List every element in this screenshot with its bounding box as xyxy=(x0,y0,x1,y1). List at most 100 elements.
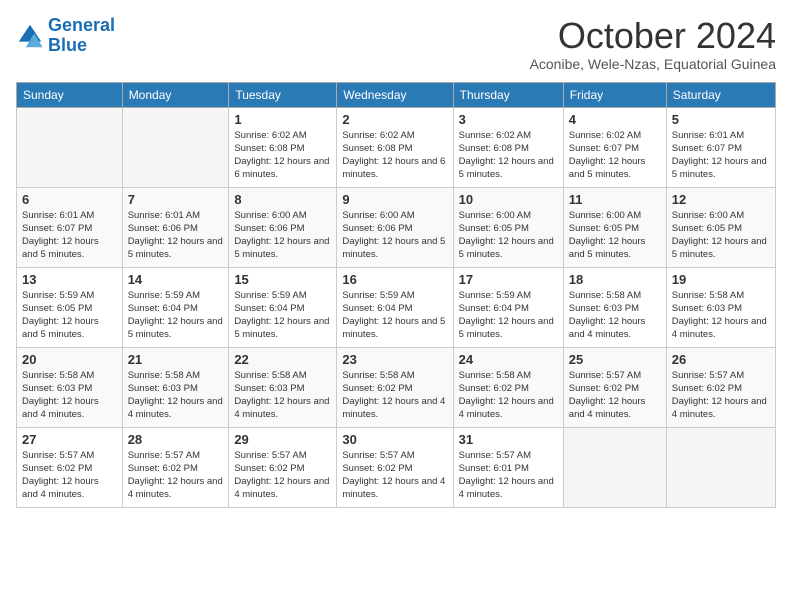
logo-line1: General xyxy=(48,15,115,35)
day-info: Sunrise: 6:01 AM Sunset: 6:07 PM Dayligh… xyxy=(22,209,117,262)
calendar-cell: 22 Sunrise: 5:58 AM Sunset: 6:03 PM Dayli… xyxy=(229,347,337,427)
calendar-week-2: 6Sunrise: 6:01 AM Sunset: 6:07 PM Daylig… xyxy=(17,187,776,267)
calendar-cell: 15 Sunrise: 5:59 AM Sunset: 6:04 PM Dayli… xyxy=(229,267,337,347)
day-info: Sunrise: 6:00 AM Sunset: 6:05 PM Dayligh… xyxy=(459,209,558,262)
calendar-week-1: 1 Sunrise: 6:02 AM Sunset: 6:08 PM Daylig… xyxy=(17,107,776,187)
calendar-cell: 18 Sunrise: 5:58 AM Sunset: 6:03 PM Dayli… xyxy=(563,267,666,347)
day-number: 23 xyxy=(342,352,447,367)
calendar-cell: 25Sunrise: 5:57 AM Sunset: 6:02 PM Dayli… xyxy=(563,347,666,427)
calendar-table: SundayMondayTuesdayWednesdayThursdayFrid… xyxy=(16,82,776,508)
day-info: Sunrise: 5:58 AM Sunset: 6:02 PM Dayligh… xyxy=(342,369,447,422)
weekday-header-thursday: Thursday xyxy=(453,82,563,107)
day-number: 26 xyxy=(672,352,770,367)
day-number: 30 xyxy=(342,432,447,447)
calendar-cell: 9 Sunrise: 6:00 AM Sunset: 6:06 PM Daylig… xyxy=(337,187,453,267)
calendar-cell: 24Sunrise: 5:58 AM Sunset: 6:02 PM Dayli… xyxy=(453,347,563,427)
day-number: 18 xyxy=(569,272,661,287)
day-number: 15 xyxy=(234,272,331,287)
weekday-header-friday: Friday xyxy=(563,82,666,107)
logo-text: General Blue xyxy=(48,16,115,56)
day-info: Sunrise: 6:02 AM Sunset: 6:08 PM Dayligh… xyxy=(459,129,558,182)
day-number: 28 xyxy=(128,432,224,447)
title-block: October 2024 Aconibe, Wele-Nzas, Equator… xyxy=(530,16,776,72)
calendar-cell xyxy=(666,427,775,507)
calendar-cell: 3 Sunrise: 6:02 AM Sunset: 6:08 PM Daylig… xyxy=(453,107,563,187)
calendar-cell: 8 Sunrise: 6:00 AM Sunset: 6:06 PM Daylig… xyxy=(229,187,337,267)
calendar-cell: 5Sunrise: 6:01 AM Sunset: 6:07 PM Daylig… xyxy=(666,107,775,187)
calendar-cell: 7 Sunrise: 6:01 AM Sunset: 6:06 PM Daylig… xyxy=(122,187,229,267)
calendar-cell: 1 Sunrise: 6:02 AM Sunset: 6:08 PM Daylig… xyxy=(229,107,337,187)
calendar-cell: 31 Sunrise: 5:57 AM Sunset: 6:01 PM Dayli… xyxy=(453,427,563,507)
day-info: Sunrise: 6:00 AM Sunset: 6:06 PM Dayligh… xyxy=(342,209,447,262)
day-info: Sunrise: 5:57 AM Sunset: 6:02 PM Dayligh… xyxy=(234,449,331,502)
calendar-cell: 2Sunrise: 6:02 AM Sunset: 6:08 PM Daylig… xyxy=(337,107,453,187)
day-number: 9 xyxy=(342,192,447,207)
calendar-cell: 27Sunrise: 5:57 AM Sunset: 6:02 PM Dayli… xyxy=(17,427,123,507)
calendar-cell: 4 Sunrise: 6:02 AM Sunset: 6:07 PM Daylig… xyxy=(563,107,666,187)
day-info: Sunrise: 5:57 AM Sunset: 6:01 PM Dayligh… xyxy=(459,449,558,502)
day-info: Sunrise: 5:58 AM Sunset: 6:03 PM Dayligh… xyxy=(234,369,331,422)
day-number: 10 xyxy=(459,192,558,207)
logo-line2: Blue xyxy=(48,35,87,55)
day-info: Sunrise: 5:59 AM Sunset: 6:05 PM Dayligh… xyxy=(22,289,117,342)
day-info: Sunrise: 6:00 AM Sunset: 6:06 PM Dayligh… xyxy=(234,209,331,262)
day-info: Sunrise: 5:58 AM Sunset: 6:03 PM Dayligh… xyxy=(22,369,117,422)
day-number: 25 xyxy=(569,352,661,367)
location-subtitle: Aconibe, Wele-Nzas, Equatorial Guinea xyxy=(530,56,776,72)
day-number: 7 xyxy=(128,192,224,207)
day-number: 19 xyxy=(672,272,770,287)
day-number: 3 xyxy=(459,112,558,127)
day-info: Sunrise: 5:58 AM Sunset: 6:03 PM Dayligh… xyxy=(672,289,770,342)
calendar-cell xyxy=(17,107,123,187)
day-number: 29 xyxy=(234,432,331,447)
calendar-cell: 12 Sunrise: 6:00 AM Sunset: 6:05 PM Dayli… xyxy=(666,187,775,267)
calendar-cell: 20Sunrise: 5:58 AM Sunset: 6:03 PM Dayli… xyxy=(17,347,123,427)
day-info: Sunrise: 5:59 AM Sunset: 6:04 PM Dayligh… xyxy=(459,289,558,342)
day-number: 12 xyxy=(672,192,770,207)
day-number: 17 xyxy=(459,272,558,287)
page-header: General Blue October 2024 Aconibe, Wele-… xyxy=(16,16,776,72)
day-info: Sunrise: 6:02 AM Sunset: 6:08 PM Dayligh… xyxy=(342,129,447,182)
day-info: Sunrise: 6:02 AM Sunset: 6:08 PM Dayligh… xyxy=(234,129,331,182)
day-info: Sunrise: 5:58 AM Sunset: 6:02 PM Dayligh… xyxy=(459,369,558,422)
calendar-cell xyxy=(563,427,666,507)
day-number: 22 xyxy=(234,352,331,367)
day-info: Sunrise: 6:02 AM Sunset: 6:07 PM Dayligh… xyxy=(569,129,661,182)
day-number: 31 xyxy=(459,432,558,447)
calendar-week-5: 27Sunrise: 5:57 AM Sunset: 6:02 PM Dayli… xyxy=(17,427,776,507)
day-number: 8 xyxy=(234,192,331,207)
day-number: 4 xyxy=(569,112,661,127)
day-number: 14 xyxy=(128,272,224,287)
calendar-cell: 6Sunrise: 6:01 AM Sunset: 6:07 PM Daylig… xyxy=(17,187,123,267)
logo-icon xyxy=(16,22,44,50)
weekday-header-monday: Monday xyxy=(122,82,229,107)
day-info: Sunrise: 5:57 AM Sunset: 6:02 PM Dayligh… xyxy=(342,449,447,502)
day-info: Sunrise: 5:57 AM Sunset: 6:02 PM Dayligh… xyxy=(22,449,117,502)
weekday-header-wednesday: Wednesday xyxy=(337,82,453,107)
calendar-cell: 17 Sunrise: 5:59 AM Sunset: 6:04 PM Dayli… xyxy=(453,267,563,347)
day-info: Sunrise: 6:01 AM Sunset: 6:06 PM Dayligh… xyxy=(128,209,224,262)
day-info: Sunrise: 5:57 AM Sunset: 6:02 PM Dayligh… xyxy=(128,449,224,502)
calendar-cell: 16Sunrise: 5:59 AM Sunset: 6:04 PM Dayli… xyxy=(337,267,453,347)
day-info: Sunrise: 5:57 AM Sunset: 6:02 PM Dayligh… xyxy=(672,369,770,422)
calendar-cell: 10 Sunrise: 6:00 AM Sunset: 6:05 PM Dayli… xyxy=(453,187,563,267)
calendar-cell xyxy=(122,107,229,187)
weekday-header-tuesday: Tuesday xyxy=(229,82,337,107)
day-info: Sunrise: 6:00 AM Sunset: 6:05 PM Dayligh… xyxy=(569,209,661,262)
day-info: Sunrise: 5:59 AM Sunset: 6:04 PM Dayligh… xyxy=(234,289,331,342)
calendar-cell: 30 Sunrise: 5:57 AM Sunset: 6:02 PM Dayli… xyxy=(337,427,453,507)
day-info: Sunrise: 5:58 AM Sunset: 6:03 PM Dayligh… xyxy=(569,289,661,342)
day-number: 21 xyxy=(128,352,224,367)
weekday-header-sunday: Sunday xyxy=(17,82,123,107)
calendar-cell: 13Sunrise: 5:59 AM Sunset: 6:05 PM Dayli… xyxy=(17,267,123,347)
day-info: Sunrise: 6:00 AM Sunset: 6:05 PM Dayligh… xyxy=(672,209,770,262)
calendar-cell: 21Sunrise: 5:58 AM Sunset: 6:03 PM Dayli… xyxy=(122,347,229,427)
day-number: 1 xyxy=(234,112,331,127)
logo: General Blue xyxy=(16,16,115,56)
calendar-week-3: 13Sunrise: 5:59 AM Sunset: 6:05 PM Dayli… xyxy=(17,267,776,347)
calendar-cell: 14Sunrise: 5:59 AM Sunset: 6:04 PM Dayli… xyxy=(122,267,229,347)
day-number: 11 xyxy=(569,192,661,207)
calendar-body: 1 Sunrise: 6:02 AM Sunset: 6:08 PM Daylig… xyxy=(17,107,776,507)
weekday-header-saturday: Saturday xyxy=(666,82,775,107)
calendar-cell: 29 Sunrise: 5:57 AM Sunset: 6:02 PM Dayli… xyxy=(229,427,337,507)
